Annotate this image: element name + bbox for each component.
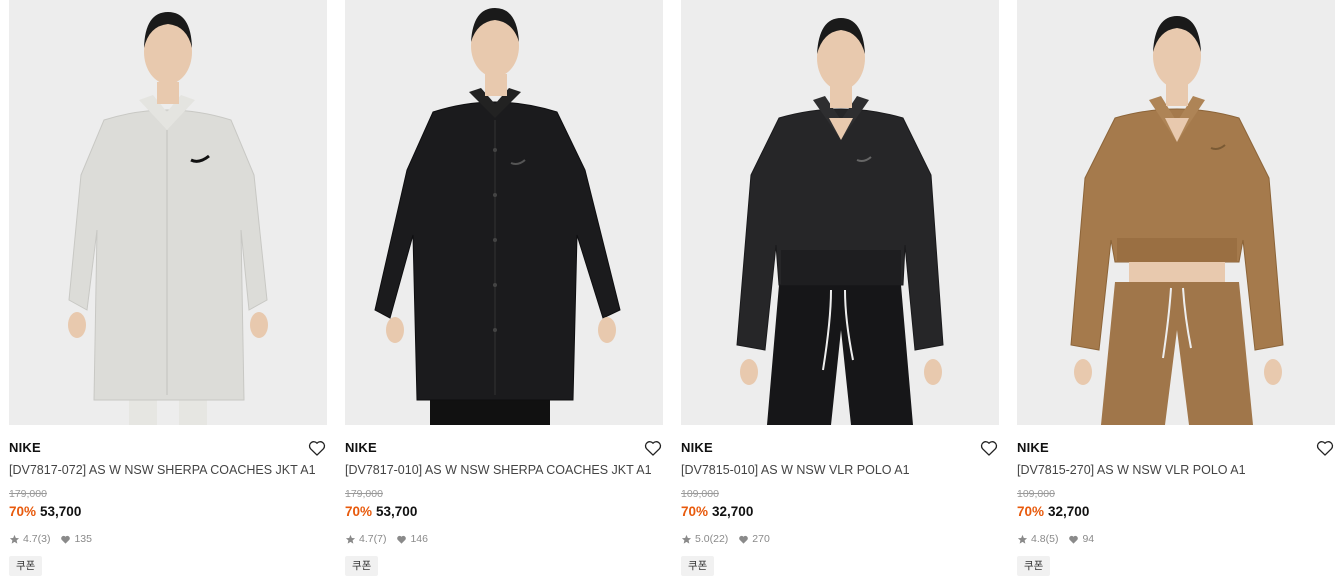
- product-image[interactable]: [9, 0, 327, 425]
- heart-filled-icon: [739, 535, 749, 544]
- product-title[interactable]: [DV7815-010] AS W NSW VLR POLO A1: [681, 463, 910, 477]
- like-count: 146: [410, 533, 428, 545]
- review-meta: 4.7 (7) 146: [345, 533, 428, 545]
- heart-filled-icon: [1069, 535, 1079, 544]
- sale-price: 32,700: [1048, 504, 1090, 519]
- price-row: 70% 32,700: [681, 504, 753, 519]
- rating-value: 4.8: [1031, 533, 1046, 545]
- review-count: (22): [709, 533, 729, 545]
- coupon-badge: 쿠폰: [345, 556, 379, 576]
- brand-row: NIKE: [345, 438, 663, 458]
- product-image[interactable]: [1017, 0, 1335, 425]
- like-count: 135: [74, 533, 92, 545]
- coupon-badge: 쿠폰: [9, 556, 43, 576]
- sale-price: 32,700: [712, 504, 754, 519]
- price-row: 70% 53,700: [345, 504, 417, 519]
- discount-rate: 70%: [681, 504, 709, 519]
- discount-rate: 70%: [9, 504, 37, 519]
- heart-filled-icon: [61, 535, 71, 544]
- rating-value: 4.7: [359, 533, 374, 545]
- original-price: 109,000: [681, 488, 719, 500]
- review-meta: 4.7 (3) 135: [9, 533, 92, 545]
- sale-price: 53,700: [376, 504, 418, 519]
- product-photo-illustration: [681, 0, 999, 425]
- brand-name: NIKE: [1017, 440, 1049, 455]
- review-count: (3): [37, 533, 51, 545]
- heart-outline-icon[interactable]: [643, 438, 663, 458]
- star-icon: [9, 534, 20, 544]
- original-price: 109,000: [1017, 488, 1055, 500]
- heart-outline-icon[interactable]: [307, 438, 327, 458]
- product-grid: NIKE [DV7817-072] AS W NSW SHERPA COACHE…: [0, 0, 1339, 586]
- discount-rate: 70%: [1017, 504, 1045, 519]
- star-icon: [345, 534, 356, 544]
- product-photo-illustration: [9, 0, 327, 425]
- product-title[interactable]: [DV7817-010] AS W NSW SHERPA COACHES JKT…: [345, 463, 652, 477]
- review-meta: 4.8 (5) 94: [1017, 533, 1094, 545]
- product-card[interactable]: NIKE [DV7815-270] AS W NSW VLR POLO A1 1…: [1017, 0, 1335, 586]
- coupon-badge: 쿠폰: [681, 556, 715, 576]
- original-price: 179,000: [9, 488, 47, 500]
- brand-row: NIKE: [681, 438, 999, 458]
- rating-value: 4.7: [23, 533, 38, 545]
- product-photo-illustration: [1017, 0, 1335, 425]
- sale-price: 53,700: [40, 504, 82, 519]
- heart-filled-icon: [397, 535, 407, 544]
- discount-rate: 70%: [345, 504, 373, 519]
- brand-name: NIKE: [681, 440, 713, 455]
- star-icon: [1017, 534, 1028, 544]
- price-row: 70% 53,700: [9, 504, 81, 519]
- original-price: 179,000: [345, 488, 383, 500]
- product-title[interactable]: [DV7815-270] AS W NSW VLR POLO A1: [1017, 463, 1246, 477]
- brand-row: NIKE: [9, 438, 327, 458]
- brand-row: NIKE: [1017, 438, 1335, 458]
- like-count: 94: [1082, 533, 1095, 545]
- coupon-badge: 쿠폰: [1017, 556, 1051, 576]
- brand-name: NIKE: [9, 440, 41, 455]
- brand-name: NIKE: [345, 440, 377, 455]
- like-count: 270: [752, 533, 770, 545]
- heart-outline-icon[interactable]: [979, 438, 999, 458]
- price-row: 70% 32,700: [1017, 504, 1089, 519]
- heart-outline-icon[interactable]: [1315, 438, 1335, 458]
- product-image[interactable]: [345, 0, 663, 425]
- product-card[interactable]: NIKE [DV7817-010] AS W NSW SHERPA COACHE…: [345, 0, 663, 586]
- star-icon: [681, 534, 692, 544]
- product-title[interactable]: [DV7817-072] AS W NSW SHERPA COACHES JKT…: [9, 463, 316, 477]
- product-photo-illustration: [345, 0, 663, 425]
- review-count: (7): [373, 533, 387, 545]
- product-card[interactable]: NIKE [DV7815-010] AS W NSW VLR POLO A1 1…: [681, 0, 999, 586]
- review-count: (5): [1045, 533, 1059, 545]
- product-card[interactable]: NIKE [DV7817-072] AS W NSW SHERPA COACHE…: [9, 0, 327, 586]
- product-image[interactable]: [681, 0, 999, 425]
- review-meta: 5.0 (22) 270: [681, 533, 770, 545]
- rating-value: 5.0: [695, 533, 710, 545]
